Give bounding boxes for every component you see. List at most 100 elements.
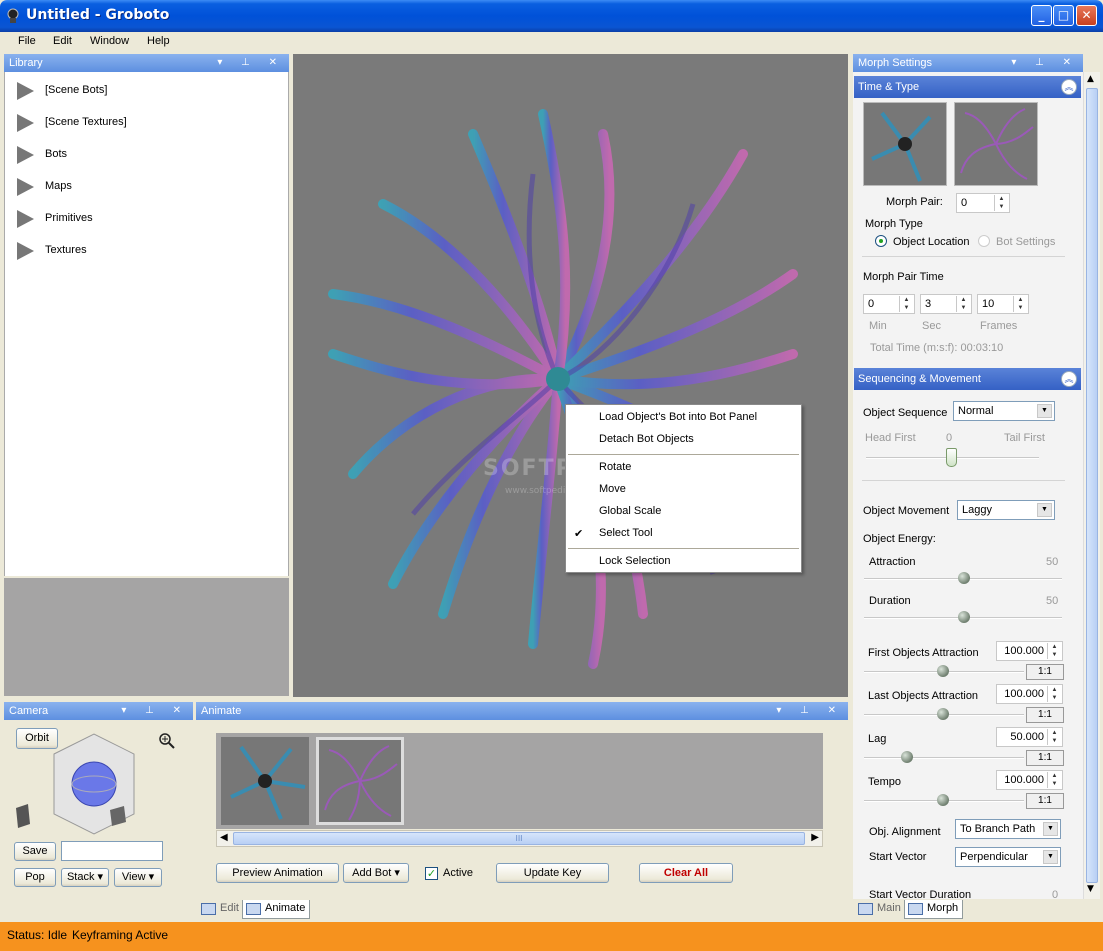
duration-slider-knob[interactable] [958, 611, 970, 623]
panel-controls[interactable]: ▾ ⊥ ✕ [1011, 54, 1079, 72]
collapse-icon[interactable]: ︽ [1061, 79, 1077, 95]
stepper-arrows-icon[interactable]: ▲ ▼ [1047, 686, 1061, 702]
scroll-down-icon[interactable]: ▼ [1087, 884, 1094, 894]
library-item-scene-textures[interactable]: [Scene Textures] [5, 106, 285, 138]
last-attraction-stepper[interactable]: 100.000 ▲ ▼ [996, 684, 1063, 704]
keyframe-thumbnail[interactable] [221, 737, 309, 825]
scroll-left-icon[interactable]: ◀ [220, 832, 228, 843]
menu-item-lock-selection[interactable]: Lock Selection [599, 555, 671, 567]
clear-all-button[interactable]: Clear All [639, 863, 733, 883]
morph-pair-stepper[interactable]: 0 ▲ ▼ [956, 193, 1010, 213]
lag-slider-track[interactable] [864, 757, 1024, 759]
tab-edit[interactable]: Edit [198, 900, 243, 919]
menu-help[interactable]: Help [147, 35, 170, 47]
tab-morph[interactable]: Morph [904, 900, 964, 919]
add-bot-dropdown[interactable]: Add Bot ▾ [343, 863, 409, 883]
panel-controls[interactable]: ▾ ⊥ ✕ [217, 54, 285, 72]
lag-ratio-button[interactable]: 1:1 [1026, 750, 1064, 766]
stepper-arrows-icon[interactable]: ▲ ▼ [1047, 772, 1061, 788]
library-item-textures[interactable]: Textures [5, 234, 285, 266]
lag-stepper[interactable]: 50.000 ▲ ▼ [996, 727, 1063, 747]
pop-button[interactable]: Pop [14, 868, 56, 887]
scroll-thumb[interactable]: III [233, 832, 805, 845]
object-sequence-select[interactable]: Normal ▼ [953, 401, 1055, 421]
menu-window[interactable]: Window [90, 35, 129, 47]
object-movement-select[interactable]: Laggy ▼ [957, 500, 1055, 520]
zoom-icon[interactable] [158, 732, 176, 750]
stepper-arrows-icon[interactable]: ▲ ▼ [1047, 729, 1061, 745]
menu-item-move[interactable]: Move [599, 483, 626, 495]
save-view-button[interactable]: Save [14, 842, 56, 861]
object-location-radio[interactable] [875, 235, 887, 247]
last-attraction-ratio-button[interactable]: 1:1 [1026, 707, 1064, 723]
stepper-arrows-icon[interactable]: ▲ ▼ [1047, 643, 1061, 659]
start-vector-select[interactable]: Perpendicular ▼ [955, 847, 1061, 867]
expand-triangle-icon [17, 210, 34, 228]
keyframe-thumbnail-selected[interactable] [316, 737, 404, 825]
attraction-slider-knob[interactable] [958, 572, 970, 584]
view-name-input[interactable] [61, 841, 163, 861]
collapse-icon[interactable]: ︽ [1061, 371, 1077, 387]
menu-item-global-scale[interactable]: Global Scale [599, 505, 661, 517]
morph-settings-panel: Time & Type ︽ Morph Pair: 0 ▲ ▼ Morph Type… [853, 72, 1083, 899]
active-checkbox[interactable]: ✓ [425, 867, 438, 880]
update-key-button[interactable]: Update Key [496, 863, 609, 883]
divider [862, 256, 1065, 257]
menu-item-rotate[interactable]: Rotate [599, 461, 631, 473]
frames-stepper[interactable]: 10 ▲ ▼ [977, 294, 1029, 314]
first-attraction-ratio-button[interactable]: 1:1 [1026, 664, 1064, 680]
stepper-arrows-icon[interactable]: ▲ ▼ [956, 296, 970, 312]
library-item-bots[interactable]: Bots [5, 138, 285, 170]
first-attraction-stepper[interactable]: 100.000 ▲ ▼ [996, 641, 1063, 661]
bot-settings-radio[interactable] [978, 235, 990, 247]
library-item-primitives[interactable]: Primitives [5, 202, 285, 234]
obj-alignment-select[interactable]: To Branch Path ▼ [955, 819, 1061, 839]
stepper-arrows-icon[interactable]: ▲ ▼ [899, 296, 913, 312]
stepper-arrows-icon[interactable]: ▲ ▼ [994, 195, 1008, 211]
view-dropdown[interactable]: View ▾ [114, 868, 162, 887]
expand-triangle-icon [17, 242, 34, 260]
panel-controls[interactable]: ▾ ⊥ ✕ [776, 702, 844, 720]
scroll-up-icon[interactable]: ▲ [1087, 74, 1094, 84]
3d-viewport[interactable]: SOFTPEDIA www.softpedia.com [293, 54, 848, 697]
scroll-right-icon[interactable]: ▶ [811, 832, 819, 843]
menu-edit[interactable]: Edit [53, 35, 72, 47]
start-vector-label: Start Vector [869, 851, 927, 863]
stepper-arrows-icon[interactable]: ▲ ▼ [1013, 296, 1027, 312]
morph-vertical-scrollbar[interactable]: ▲ ▼ [1083, 72, 1100, 899]
dropdown-arrow-icon: ▾ [148, 871, 155, 883]
menu-item-detach-bot[interactable]: Detach Bot Objects [599, 433, 694, 445]
minimize-button[interactable]: _ [1031, 5, 1052, 26]
last-attraction-slider-knob[interactable] [937, 708, 949, 720]
menu-file[interactable]: File [18, 35, 36, 47]
close-button[interactable]: ✕ [1076, 5, 1097, 26]
sec-label: Sec [922, 320, 941, 332]
context-menu: Load Object's Bot into Bot Panel Detach … [565, 404, 802, 573]
menu-bar: File Edit Window Help [0, 32, 1103, 52]
keyframe-scrollbar[interactable]: ◀ III ▶ [216, 830, 823, 847]
sequencing-section-header[interactable]: Sequencing & Movement ︽ [854, 368, 1081, 390]
animate-panel: ◀ III ▶ Preview Animation Add Bot ▾ ✓ Ac… [196, 720, 848, 900]
time-type-section-header[interactable]: Time & Type ︽ [854, 76, 1081, 98]
stack-dropdown[interactable]: Stack ▾ [61, 868, 109, 887]
tempo-stepper[interactable]: 100.000 ▲ ▼ [996, 770, 1063, 790]
preview-animation-button[interactable]: Preview Animation [216, 863, 339, 883]
tempo-ratio-button[interactable]: 1:1 [1026, 793, 1064, 809]
min-stepper[interactable]: 0 ▲ ▼ [863, 294, 915, 314]
sequence-slider-thumb[interactable] [946, 448, 957, 467]
library-item-scene-bots[interactable]: [Scene Bots] [5, 74, 285, 106]
library-item-maps[interactable]: Maps [5, 170, 285, 202]
menu-item-load-bot[interactable]: Load Object's Bot into Bot Panel [599, 411, 757, 423]
tab-animate[interactable]: Animate [242, 900, 311, 919]
scroll-thumb[interactable] [1086, 88, 1098, 883]
panel-controls[interactable]: ▾ ⊥ ✕ [121, 702, 189, 720]
tempo-slider-knob[interactable] [937, 794, 949, 806]
maximize-button[interactable]: □ [1053, 5, 1074, 26]
first-attraction-slider-knob[interactable] [937, 665, 949, 677]
total-time-readout: Total Time (m:s:f): 00:03:10 [870, 342, 1004, 354]
tab-main[interactable]: Main [855, 900, 905, 919]
sec-stepper[interactable]: 3 ▲ ▼ [920, 294, 972, 314]
lag-slider-knob[interactable] [901, 751, 913, 763]
camera-orbit-widget[interactable] [14, 726, 154, 836]
menu-item-select-tool[interactable]: Select Tool [599, 527, 653, 539]
